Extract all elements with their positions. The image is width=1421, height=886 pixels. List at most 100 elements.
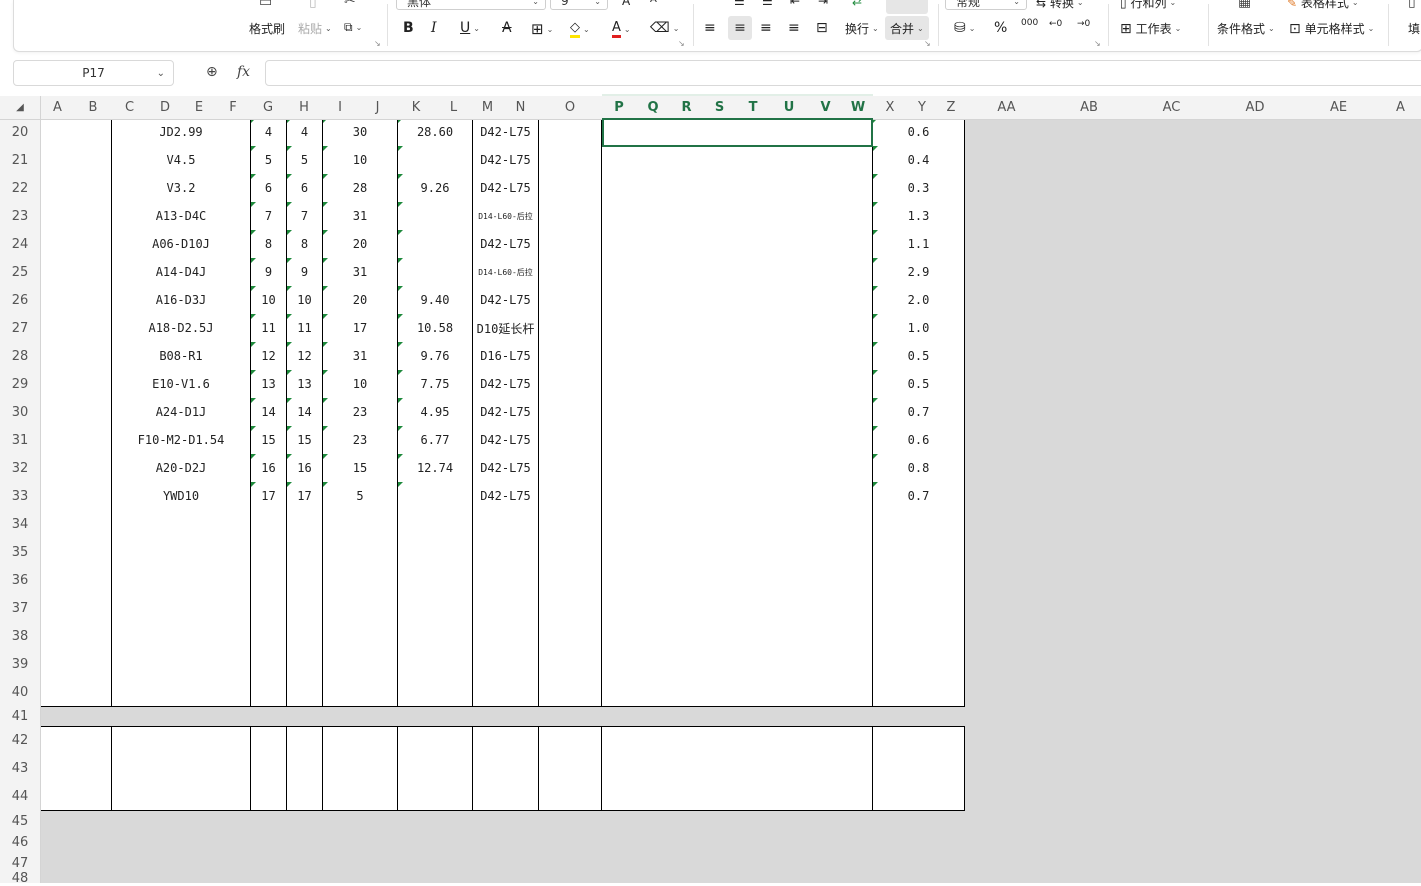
cell[interactable] [602,314,873,343]
cell[interactable] [251,566,287,595]
cell[interactable]: 13 [251,370,287,399]
cell[interactable] [112,650,251,679]
cell[interactable] [873,754,965,783]
cell[interactable] [602,678,873,707]
cell[interactable] [323,566,398,595]
merge-button[interactable]: 合并 ⌄ [885,16,929,40]
cell[interactable] [539,622,602,651]
cell[interactable] [539,650,602,679]
cell[interactable] [251,782,287,811]
cell[interactable]: 0.4 [873,146,965,175]
column-header-s[interactable]: S [703,96,736,119]
column-header-m[interactable]: M [472,96,503,119]
column-header-g[interactable]: G [250,96,286,119]
cell[interactable] [602,258,873,287]
cell[interactable] [112,754,251,783]
cell[interactable]: 15 [251,426,287,455]
cell[interactable] [323,538,398,567]
cell[interactable] [398,258,473,287]
cell[interactable] [398,230,473,259]
cell[interactable] [539,566,602,595]
cell[interactable] [602,118,873,147]
column-header-a[interactable]: A [40,96,75,119]
cell[interactable]: D14-L60-后拉 [473,202,539,231]
column-header-c[interactable]: C [111,96,148,119]
convert-button[interactable]: ⇆ 转换 ⌄ [1036,0,1084,11]
cell[interactable] [398,538,473,567]
cell[interactable] [251,622,287,651]
row-header-43[interactable]: 43 [0,755,40,783]
cell[interactable]: A13-D4C [112,202,251,231]
strikethrough-icon[interactable]: A [502,20,512,36]
column-header-h[interactable]: H [286,96,322,119]
row-header-42[interactable]: 42 [0,727,40,755]
number-format-dropdown[interactable]: 常规 ⌄ [945,0,1027,10]
cell[interactable] [539,286,602,315]
name-box[interactable]: P17 ⌄ [13,60,174,86]
cut-icon[interactable]: ✂ [344,0,356,9]
cell[interactable] [398,727,473,755]
cell[interactable]: 1.3 [873,202,965,231]
cell[interactable]: 10.58 [398,314,473,343]
cell[interactable] [40,566,112,595]
column-header-q[interactable]: Q [636,96,670,119]
cell[interactable] [473,754,539,783]
italic-button[interactable]: I [431,20,437,36]
cell[interactable]: D16-L75 [473,342,539,371]
cell[interactable] [539,482,602,511]
cell[interactable] [873,566,965,595]
cell[interactable]: E10-V1.6 [112,370,251,399]
cell[interactable] [40,678,112,707]
cell[interactable] [40,286,112,315]
cell[interactable] [112,538,251,567]
cell[interactable]: 1.1 [873,230,965,259]
cell[interactable] [873,650,965,679]
merge-icon[interactable] [886,0,928,14]
align-right-icon[interactable]: ≡ [760,20,772,36]
cell[interactable] [287,622,323,651]
cell[interactable] [251,510,287,539]
cell[interactable] [40,342,112,371]
cell[interactable] [40,370,112,399]
column-header-v[interactable]: V [808,96,843,119]
cell[interactable] [473,510,539,539]
cell[interactable]: D42-L75 [473,118,539,147]
cell[interactable] [539,230,602,259]
row-header-44[interactable]: 44 [0,783,40,811]
cell[interactable] [287,650,323,679]
cell[interactable] [602,426,873,455]
column-header-ad[interactable]: AD [1213,96,1297,119]
alignment-launcher-icon[interactable]: ↘ [924,39,931,48]
copy-button[interactable]: ⧉ ⌄ [344,20,362,35]
cell[interactable] [873,594,965,623]
cell[interactable]: 6.77 [398,426,473,455]
column-header-z[interactable]: Z [937,96,965,119]
row-header-21[interactable]: 21 [0,147,40,175]
cell[interactable] [40,622,112,651]
cell[interactable]: D42-L75 [473,230,539,259]
cell[interactable] [602,566,873,595]
cell[interactable]: 14 [287,398,323,427]
row-header-24[interactable]: 24 [0,231,40,259]
cell[interactable]: 7 [251,202,287,231]
column-header-a[interactable]: A [1380,96,1421,119]
cell[interactable] [539,727,602,755]
format-painter-button[interactable]: 格式刷 [249,20,285,37]
cell[interactable] [602,594,873,623]
formula-input[interactable] [265,60,1421,86]
cell[interactable]: A18-D2.5J [112,314,251,343]
cell[interactable] [287,594,323,623]
cell[interactable] [40,258,112,287]
cell[interactable] [40,482,112,511]
cell[interactable]: A20-D2J [112,454,251,483]
cell[interactable]: 7 [287,202,323,231]
column-header-ae[interactable]: AE [1297,96,1380,119]
cell[interactable] [251,754,287,783]
cell[interactable] [539,782,602,811]
wrap-text-button[interactable]: 换行 ⌄ [845,20,879,37]
cell[interactable]: D10延长杆 [473,314,539,343]
cell[interactable]: 0.7 [873,482,965,511]
cell[interactable] [539,510,602,539]
cell[interactable] [287,566,323,595]
cell[interactable] [40,146,112,175]
